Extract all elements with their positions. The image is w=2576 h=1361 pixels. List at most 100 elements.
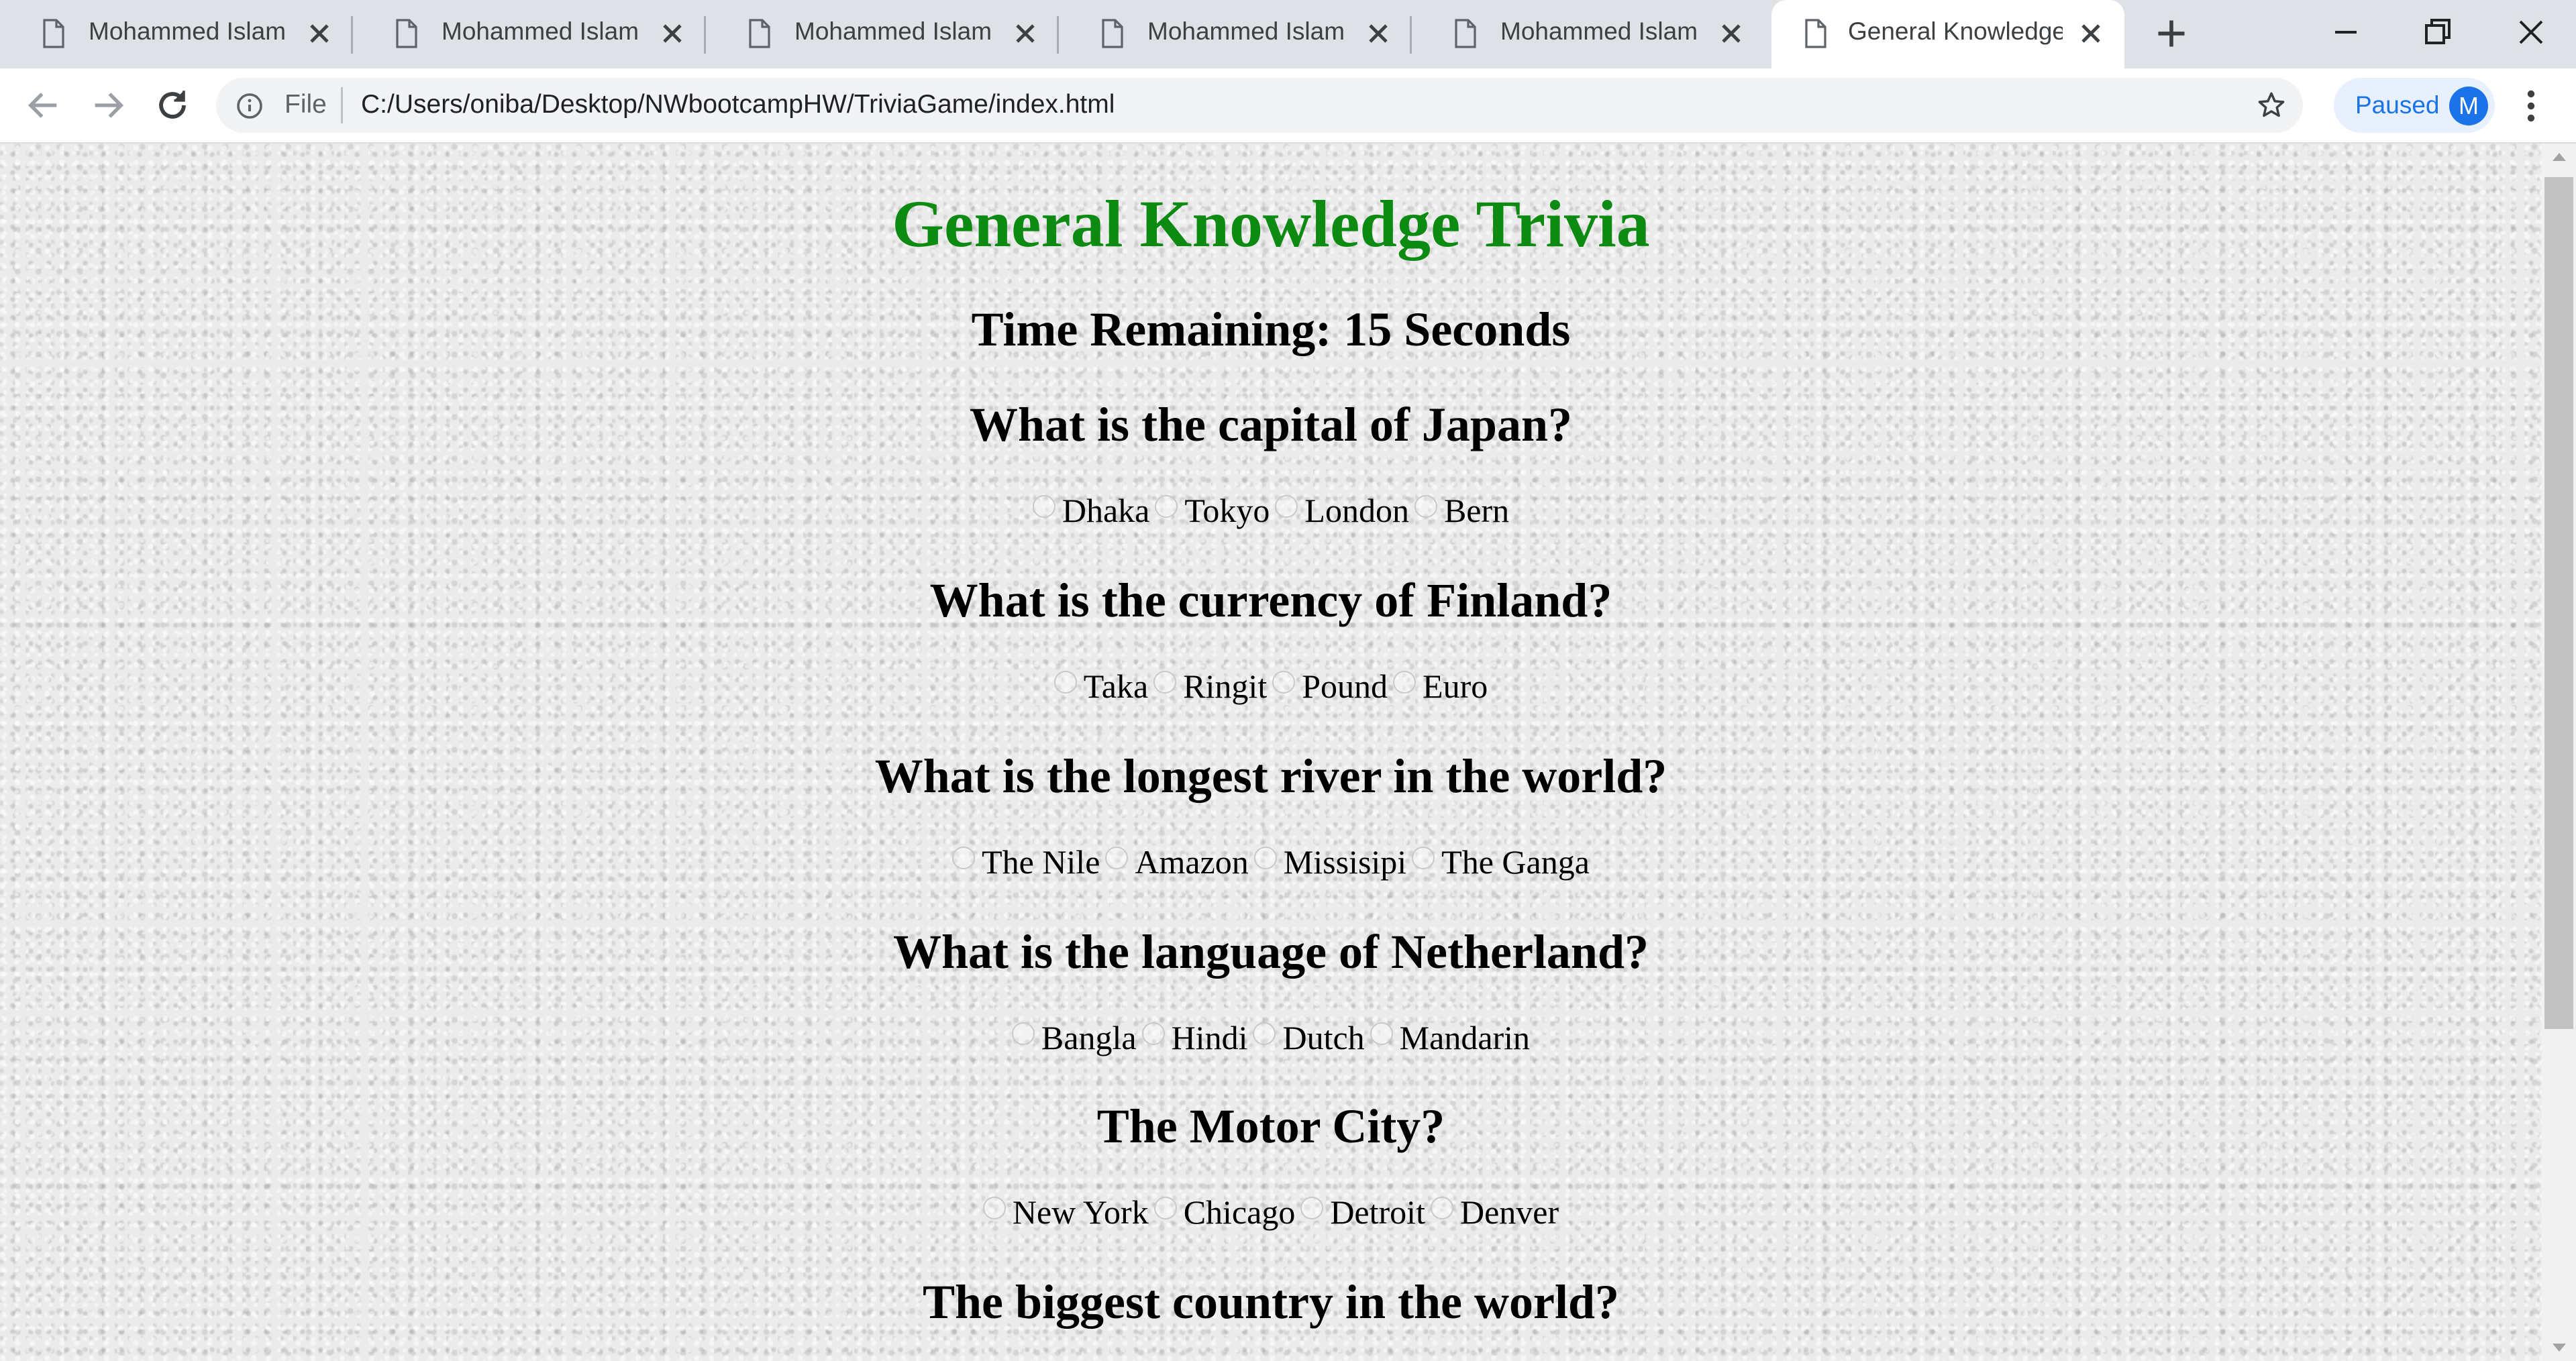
radio-button[interactable] — [952, 847, 976, 869]
page-title: General Knowledge Trivia — [892, 186, 1650, 261]
radio-button[interactable] — [1153, 671, 1177, 694]
forward-arrow-icon[interactable] — [89, 86, 127, 125]
answer-option[interactable]: Missisipi — [1253, 842, 1407, 881]
answer-label: Amazon — [1135, 843, 1249, 881]
answer-option[interactable]: The Nile — [952, 842, 1100, 881]
browser-tab[interactable]: Mohammed Islam — [1059, 0, 1412, 68]
answer-label: The Ganga — [1441, 843, 1590, 881]
radio-button[interactable] — [1272, 671, 1296, 694]
radio-button[interactable] — [1141, 1022, 1165, 1045]
scroll-up-arrow-icon[interactable] — [2553, 153, 2566, 161]
browser-tab[interactable]: Mohammed Islam — [353, 0, 706, 68]
time-remaining: Time Remaining: 15 Seconds — [971, 303, 1571, 356]
answer-option[interactable]: The Ganga — [1412, 842, 1590, 881]
answer-option[interactable]: New York — [982, 1193, 1149, 1232]
new-tab-icon[interactable] — [2154, 16, 2189, 51]
answer-option[interactable]: Amazon — [1105, 842, 1249, 881]
answer-option[interactable]: Taka — [1053, 667, 1148, 706]
answer-option[interactable]: Dhaka — [1032, 491, 1149, 530]
tab-title: Mohammed Islam — [442, 17, 639, 45]
radio-button[interactable] — [1105, 847, 1129, 869]
bookmark-star-icon[interactable] — [2256, 90, 2287, 121]
browser-tab[interactable]: Mohammed Islam — [0, 0, 353, 68]
radio-button[interactable] — [1153, 1197, 1177, 1219]
tab-strip: Mohammed Islam Mohammed Islam Mohammed I… — [0, 0, 2576, 68]
restore-icon[interactable] — [2418, 13, 2456, 51]
radio-button[interactable] — [1053, 671, 1077, 694]
answer-group: Taka Ringit Pound Euro — [0, 667, 2542, 706]
answer-option[interactable]: London — [1275, 491, 1409, 530]
answer-label: New York — [1012, 1193, 1149, 1231]
answer-label: The Nile — [982, 843, 1100, 881]
profile-button[interactable]: Paused M — [2334, 78, 2495, 133]
radio-button[interactable] — [1253, 847, 1277, 869]
back-arrow-icon[interactable] — [24, 86, 63, 125]
radio-button[interactable] — [1414, 495, 1437, 518]
answer-option[interactable]: Denver — [1430, 1193, 1559, 1232]
answer-label: Dutch — [1282, 1019, 1365, 1056]
answer-option[interactable]: Bern — [1414, 491, 1509, 530]
reload-icon[interactable] — [153, 86, 192, 125]
document-icon — [43, 19, 64, 48]
answer-label: Bern — [1443, 492, 1510, 529]
window-close-icon[interactable] — [2512, 13, 2550, 51]
answer-group: New York Chicago Detroit Denver — [0, 1193, 2542, 1232]
answer-label: London — [1304, 492, 1409, 529]
browser-toolbar: File C:/Users/oniba/Desktop/NWbootcampHW… — [0, 68, 2576, 144]
radio-button[interactable] — [1300, 1197, 1324, 1219]
answer-label: Chicago — [1183, 1193, 1296, 1231]
answer-option[interactable]: Bangla — [1011, 1018, 1137, 1057]
scrollbar-thumb[interactable] — [2544, 177, 2573, 1029]
tab-title: Mohammed Islam — [89, 17, 287, 45]
tab-title: Mohammed Islam — [794, 17, 992, 45]
close-icon[interactable] — [2077, 20, 2104, 47]
answer-option[interactable]: Ringit — [1153, 667, 1267, 706]
answer-label: Pound — [1302, 667, 1388, 705]
close-icon[interactable] — [306, 20, 333, 47]
menu-dots-icon[interactable] — [2518, 89, 2544, 123]
radio-button[interactable] — [1275, 495, 1298, 518]
browser-tab[interactable]: Mohammed Islam — [706, 0, 1059, 68]
radio-button[interactable] — [1370, 1022, 1393, 1045]
address-bar[interactable]: File C:/Users/oniba/Desktop/NWbootcampHW… — [216, 78, 2303, 133]
answer-label: Ringit — [1183, 667, 1268, 705]
radio-button[interactable] — [982, 1197, 1006, 1219]
radio-button[interactable] — [1032, 495, 1055, 518]
answer-option[interactable]: Detroit — [1300, 1193, 1425, 1232]
close-icon[interactable] — [659, 20, 686, 47]
close-icon[interactable] — [1718, 20, 1745, 47]
question-heading: What is the longest river in the world? — [874, 749, 1667, 803]
answer-option[interactable]: Euro — [1393, 667, 1488, 706]
browser-tab-active[interactable]: General Knowledge Trivia — [1771, 0, 2124, 68]
scroll-down-arrow-icon[interactable] — [2553, 1344, 2566, 1352]
question-heading: The biggest country in the world? — [922, 1275, 1620, 1329]
close-icon[interactable] — [1012, 20, 1039, 47]
answer-option[interactable]: Hindi — [1141, 1018, 1247, 1057]
answer-label: Tokyo — [1184, 492, 1270, 529]
answer-option[interactable]: Mandarin — [1370, 1018, 1530, 1057]
document-icon — [1805, 19, 1826, 48]
info-icon[interactable] — [236, 93, 263, 119]
radio-button[interactable] — [1011, 1022, 1035, 1045]
profile-status: Paused — [2355, 91, 2440, 119]
page-scrollbar[interactable] — [2542, 144, 2576, 1361]
answer-option[interactable]: Chicago — [1153, 1193, 1296, 1232]
answer-option[interactable]: Tokyo — [1155, 491, 1270, 530]
browser-tab[interactable]: Mohammed Islam — [1412, 0, 1765, 68]
answer-group: Bangla Hindi Dutch Mandarin — [0, 1018, 2542, 1057]
document-icon — [749, 19, 770, 48]
radio-button[interactable] — [1253, 1022, 1276, 1045]
answer-option[interactable]: Pound — [1272, 667, 1388, 706]
page-viewport: General Knowledge Trivia Time Remaining:… — [0, 144, 2542, 1361]
radio-button[interactable] — [1155, 495, 1178, 518]
answer-label: Euro — [1423, 667, 1488, 705]
close-icon[interactable] — [1365, 20, 1392, 47]
radio-button[interactable] — [1393, 671, 1416, 694]
minimize-icon[interactable] — [2327, 13, 2365, 51]
answer-option[interactable]: Dutch — [1253, 1018, 1365, 1057]
radio-button[interactable] — [1430, 1197, 1453, 1219]
file-scheme-label: File — [285, 90, 327, 119]
radio-button[interactable] — [1412, 847, 1435, 869]
answer-label: Missisipi — [1283, 843, 1407, 881]
url-text[interactable]: C:/Users/oniba/Desktop/NWbootcampHW/Triv… — [361, 90, 1115, 119]
